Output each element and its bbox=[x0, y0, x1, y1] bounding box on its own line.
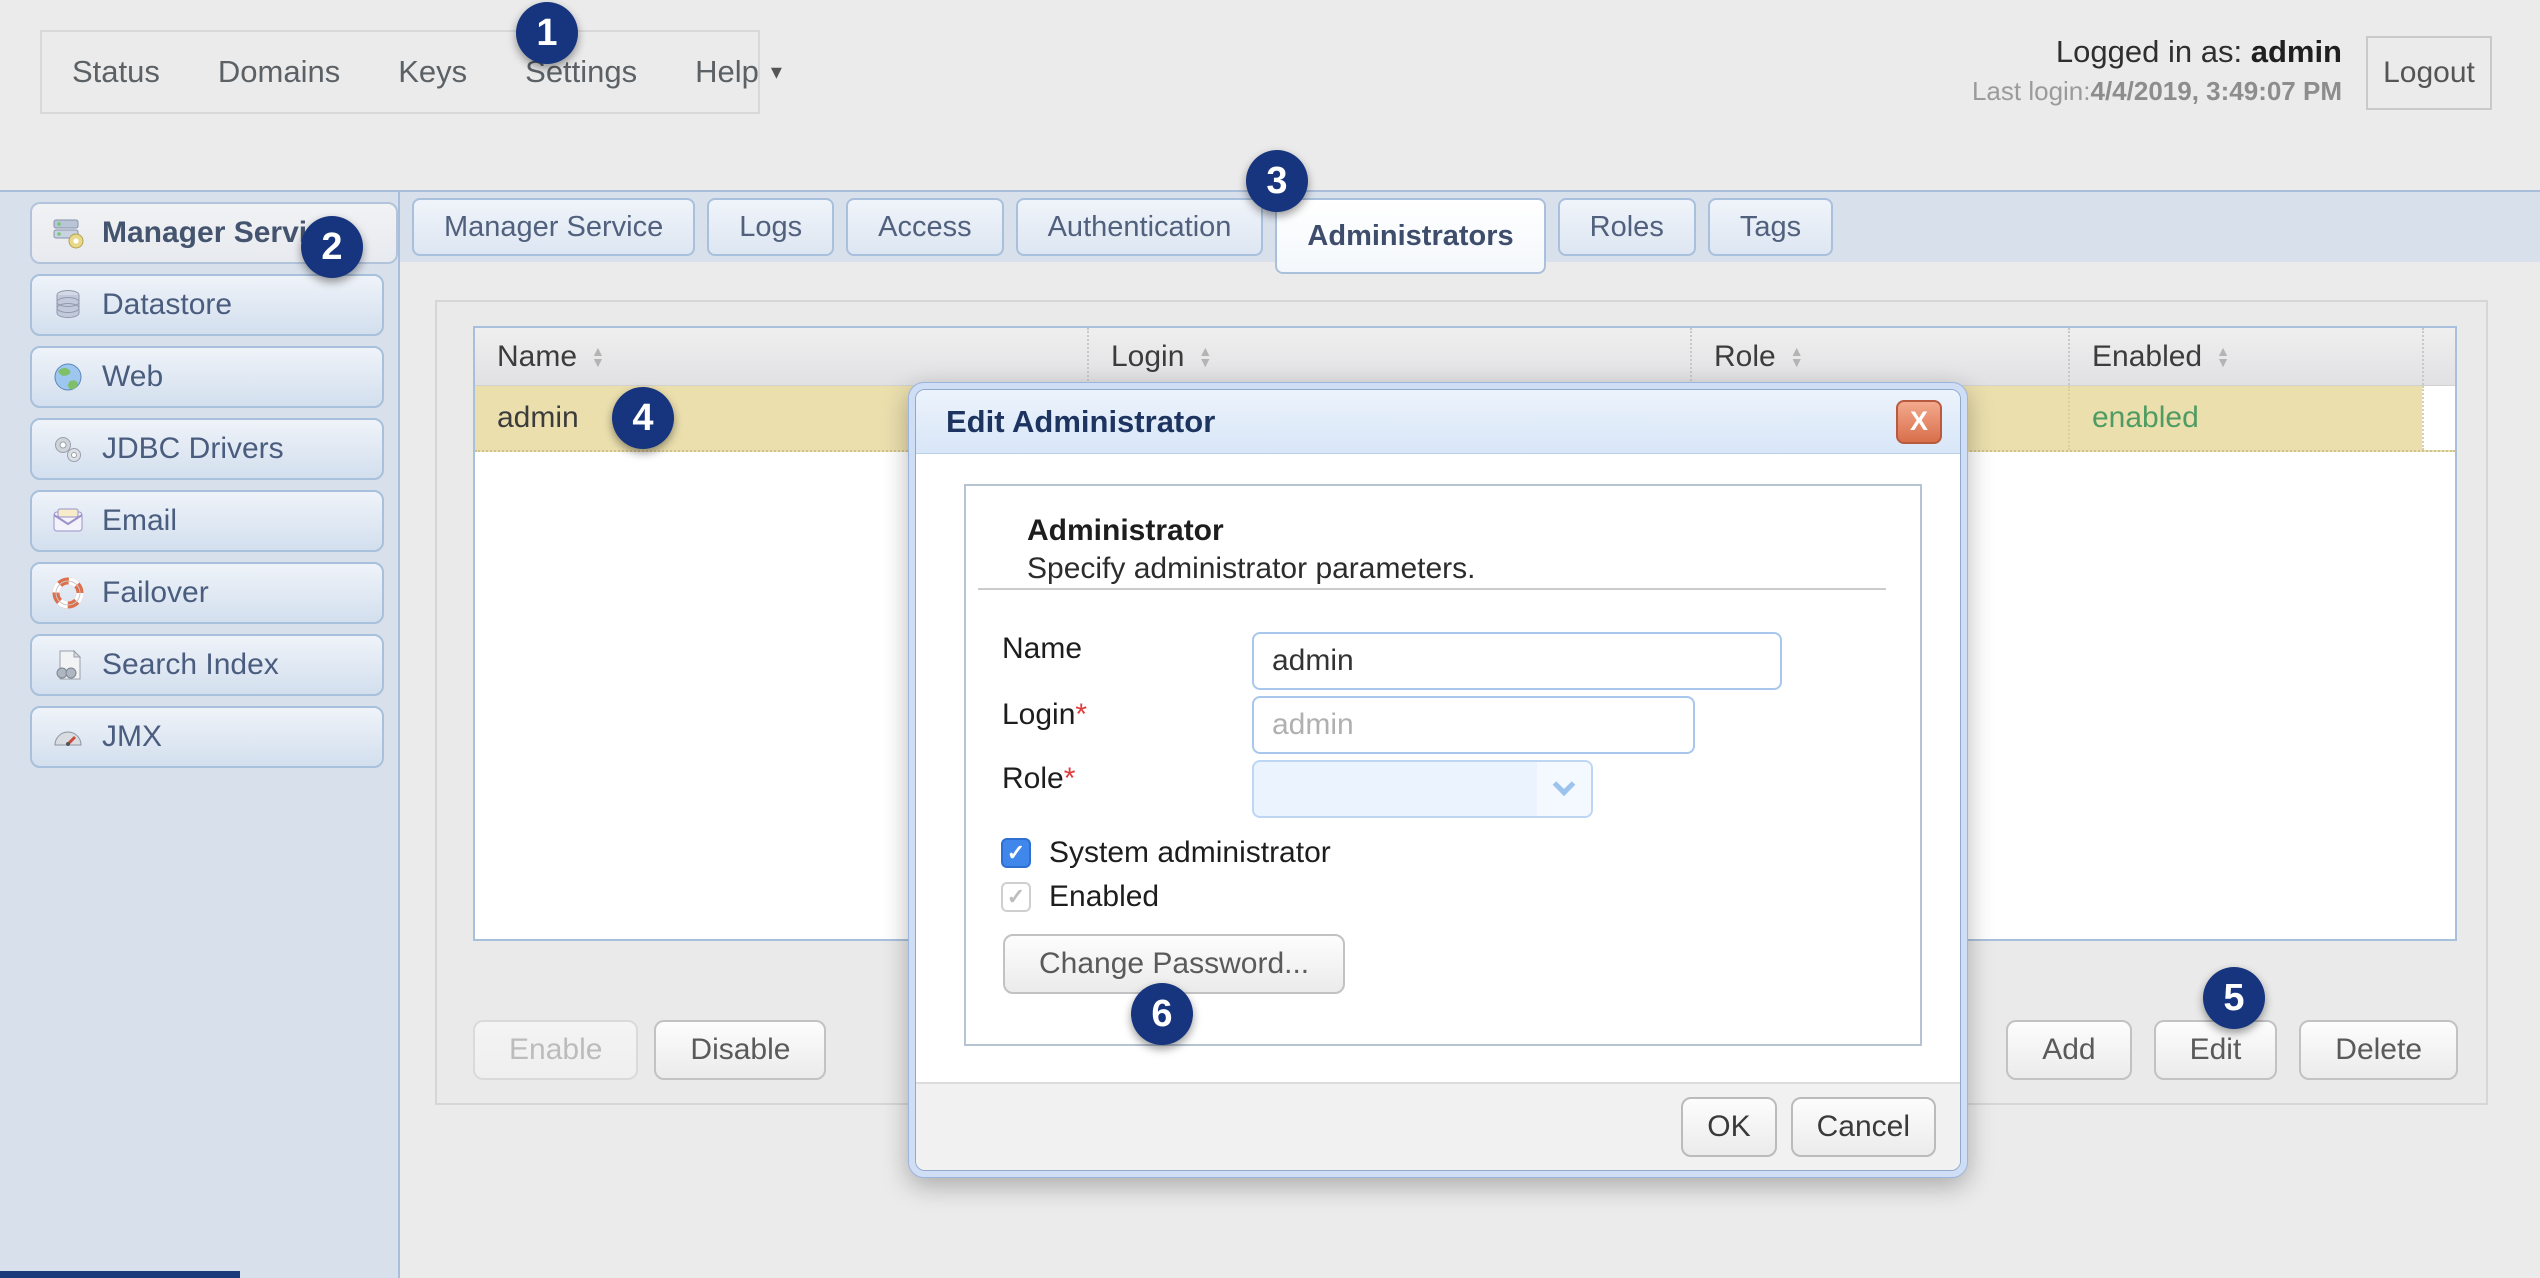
sort-icon: ▲▼ bbox=[1790, 346, 1804, 368]
system-administrator-checkbox[interactable]: ✓ System administrator bbox=[1001, 836, 1331, 870]
sort-icon: ▲▼ bbox=[1198, 346, 1212, 368]
column-header-role[interactable]: Role ▲▼ bbox=[1690, 328, 2068, 385]
annotation-badge-3: 3 bbox=[1246, 150, 1308, 212]
sidebar-item-failover[interactable]: Failover bbox=[30, 562, 384, 624]
sidebar-scroll-edge bbox=[0, 1271, 240, 1278]
last-login-text: Last login:4/4/2019, 3:49:07 PM bbox=[1972, 76, 2342, 107]
name-field-label: Name bbox=[1002, 632, 1082, 666]
sidebar-item-jmx[interactable]: JMX bbox=[30, 706, 384, 768]
globe-icon bbox=[50, 359, 86, 395]
enabled-label: Enabled bbox=[1049, 880, 1159, 914]
checkbox-checked-icon: ✓ bbox=[1001, 838, 1031, 868]
tab-administrators[interactable]: Administrators bbox=[1275, 198, 1545, 274]
crud-actions: Add Edit Delete bbox=[2006, 1020, 2458, 1080]
nav-item-help[interactable]: Help ▾ bbox=[695, 54, 782, 90]
close-icon[interactable]: X bbox=[1896, 400, 1942, 444]
database-icon bbox=[50, 287, 86, 323]
form-section-title: Administrator bbox=[1027, 514, 1224, 548]
login-field[interactable] bbox=[1252, 696, 1695, 754]
table-header-row: Name ▲▼ Login ▲▼ Role ▲▼ Enabled ▲▼ bbox=[475, 328, 2455, 386]
edit-administrator-dialog: Edit Administrator X Administrator Speci… bbox=[908, 382, 1968, 1178]
column-header-login[interactable]: Login ▲▼ bbox=[1087, 328, 1690, 385]
gears-icon bbox=[50, 431, 86, 467]
sidebar: Manager Service Datastore Web JDBC Drive… bbox=[0, 190, 400, 1278]
username-text: admin bbox=[2251, 34, 2342, 69]
column-header-spacer bbox=[2422, 328, 2455, 385]
required-marker: * bbox=[1064, 762, 1076, 795]
cell-spacer bbox=[2422, 386, 2455, 450]
name-field[interactable] bbox=[1252, 632, 1782, 690]
system-administrator-label: System administrator bbox=[1049, 836, 1331, 870]
chevron-down-icon bbox=[1537, 762, 1591, 816]
annotation-badge-2: 2 bbox=[301, 216, 363, 278]
annotation-badge-4: 4 bbox=[612, 387, 674, 449]
gauge-icon bbox=[50, 719, 86, 755]
sidebar-item-search-index[interactable]: Search Index bbox=[30, 634, 384, 696]
sort-icon: ▲▼ bbox=[2216, 346, 2230, 368]
required-marker: * bbox=[1075, 698, 1087, 731]
ok-button[interactable]: OK bbox=[1681, 1097, 1776, 1157]
chevron-down-icon: ▾ bbox=[771, 59, 782, 85]
column-header-enabled[interactable]: Enabled ▲▼ bbox=[2068, 328, 2422, 385]
disable-button[interactable]: Disable bbox=[654, 1020, 826, 1080]
column-header-name[interactable]: Name ▲▼ bbox=[475, 328, 1087, 385]
logout-button[interactable]: Logout bbox=[2366, 36, 2492, 110]
tab-authentication[interactable]: Authentication bbox=[1016, 198, 1264, 256]
sidebar-item-label: Failover bbox=[102, 576, 209, 610]
sidebar-item-datastore[interactable]: Datastore bbox=[30, 274, 384, 336]
server-gear-icon bbox=[50, 215, 86, 251]
nav-item-status[interactable]: Status bbox=[72, 54, 160, 90]
edit-button[interactable]: Edit bbox=[2154, 1020, 2278, 1080]
sidebar-item-web[interactable]: Web bbox=[30, 346, 384, 408]
checkbox-checked-disabled-icon: ✓ bbox=[1001, 882, 1031, 912]
tab-logs[interactable]: Logs bbox=[707, 198, 834, 256]
cancel-button[interactable]: Cancel bbox=[1791, 1097, 1936, 1157]
divider bbox=[978, 588, 1886, 590]
lifering-icon bbox=[50, 575, 86, 611]
sidebar-item-jdbc-drivers[interactable]: JDBC Drivers bbox=[30, 418, 384, 480]
sidebar-item-label: Web bbox=[102, 360, 163, 394]
dialog-body: Administrator Specify administrator para… bbox=[916, 454, 1960, 1082]
administrator-form-panel: Administrator Specify administrator para… bbox=[964, 484, 1922, 1046]
dialog-title: Edit Administrator bbox=[946, 404, 1896, 440]
dialog-footer: OK Cancel bbox=[916, 1082, 1960, 1170]
add-button[interactable]: Add bbox=[2006, 1020, 2131, 1080]
annotation-badge-6: 6 bbox=[1131, 983, 1193, 1045]
user-info: Logged in as: admin Last login:4/4/2019,… bbox=[1972, 34, 2342, 107]
sidebar-item-label: Search Index bbox=[102, 648, 279, 682]
logged-in-as-text: Logged in as: admin bbox=[1972, 34, 2342, 70]
login-field-label: Login* bbox=[1002, 698, 1087, 732]
sidebar-item-label: Email bbox=[102, 504, 177, 538]
role-field-label: Role* bbox=[1002, 762, 1075, 796]
sidebar-item-label: Datastore bbox=[102, 288, 232, 322]
role-dropdown[interactable] bbox=[1252, 760, 1593, 818]
tab-strip: Manager Service Logs Access Authenticati… bbox=[400, 190, 2540, 262]
enabled-checkbox[interactable]: ✓ Enabled bbox=[1001, 880, 1159, 914]
document-search-icon bbox=[50, 647, 86, 683]
dialog-header[interactable]: Edit Administrator X bbox=[916, 390, 1960, 454]
nav-item-domains[interactable]: Domains bbox=[218, 54, 340, 90]
envelope-icon bbox=[50, 503, 86, 539]
tab-tags[interactable]: Tags bbox=[1708, 198, 1833, 256]
annotation-badge-5: 5 bbox=[2203, 967, 2265, 1029]
sidebar-item-label: JMX bbox=[102, 720, 162, 754]
tab-roles[interactable]: Roles bbox=[1558, 198, 1696, 256]
tab-manager-service[interactable]: Manager Service bbox=[412, 198, 695, 256]
delete-button[interactable]: Delete bbox=[2299, 1020, 2458, 1080]
sidebar-item-label: JDBC Drivers bbox=[102, 432, 284, 466]
sort-icon: ▲▼ bbox=[591, 346, 605, 368]
form-section-subtitle: Specify administrator parameters. bbox=[1027, 552, 1476, 586]
enable-button[interactable]: Enable bbox=[473, 1020, 638, 1080]
tab-access[interactable]: Access bbox=[846, 198, 1003, 256]
nav-item-keys[interactable]: Keys bbox=[398, 54, 467, 90]
top-navigation-bar: Status Domains Keys Settings Help ▾ bbox=[40, 30, 760, 114]
cell-enabled: enabled bbox=[2068, 386, 2422, 450]
sidebar-item-email[interactable]: Email bbox=[30, 490, 384, 552]
annotation-badge-1: 1 bbox=[516, 2, 578, 64]
row-state-actions: Enable Disable bbox=[473, 1020, 826, 1080]
